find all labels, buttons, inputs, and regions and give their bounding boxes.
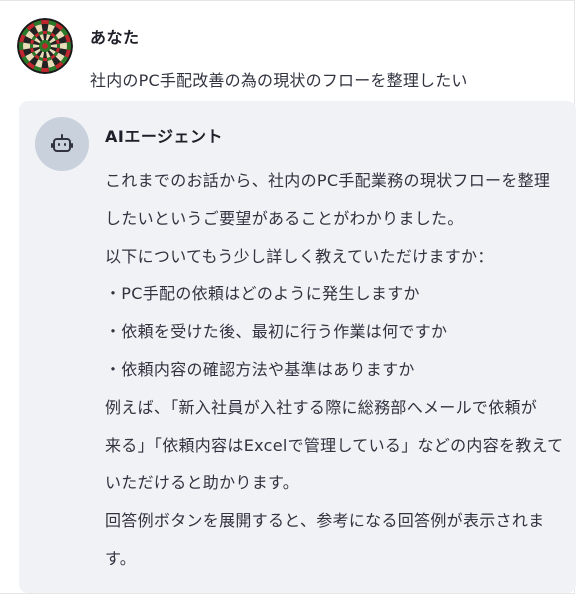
message-line: したいというご要望があることがわかりました。	[105, 208, 464, 228]
message-line: ・依頼を受けた後、最初に行う作業は何ですか	[105, 322, 448, 342]
user-message-text: 社内のPC手配改善の為の現状のフローを整理したい	[90, 71, 468, 90]
message-line: ・PC手配の依頼はどのように発生しますか	[105, 284, 420, 304]
user-name: あなた	[90, 28, 140, 47]
agent-avatar	[35, 117, 89, 171]
message-line: 以下についてもう少し詳しく教えていただけますか：	[105, 246, 494, 266]
message-line: 来る」「依頼内容はExcelで管理している」などの内容を教えて	[105, 435, 564, 455]
agent-message-text: これまでのお話から、社内のPC手配業務の現状フローを整理 したいというご要望があ…	[105, 162, 564, 578]
message-line: 回答例ボタンを展開すると、参考になる回答例が表示されま	[105, 511, 545, 531]
robot-icon	[51, 134, 73, 152]
agent-message: AIエージェント これまでのお話から、社内のPC手配業務の現状フローを整理 した…	[19, 101, 576, 593]
dartboard-avatar-icon	[17, 18, 73, 74]
chat-container: あなた 社内のPC手配改善の為の現状のフローを整理したい AIエージェント これ…	[0, 0, 576, 594]
agent-name: AIエージェント	[105, 127, 224, 146]
message-line: す。	[105, 548, 137, 568]
message-line: いただけると助かります。	[105, 473, 300, 493]
user-message: あなた 社内のPC手配改善の為の現状のフローを整理したい	[0, 1, 576, 101]
message-line: 例えば、「新入社員が入社する際に総務部へメールで依頼が	[105, 397, 538, 417]
message-line: これまでのお話から、社内のPC手配業務の現状フローを整理	[105, 171, 551, 190]
user-avatar	[17, 18, 73, 74]
message-line: ・依頼内容の確認方法や基準はありますか	[105, 359, 415, 379]
